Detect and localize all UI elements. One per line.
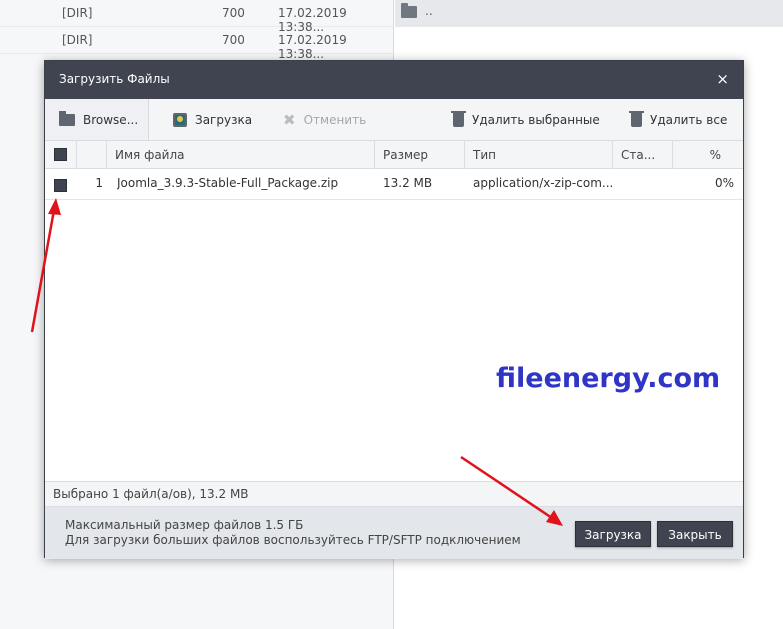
select-all-checkbox[interactable] [54, 148, 67, 161]
upload-dialog: Загрузить Файлы × Browse... Загрузка ✖ О… [44, 60, 744, 559]
file-mime-type: application/x-zip-com... [473, 176, 613, 190]
column-size[interactable]: Размер [375, 141, 465, 169]
row-checkbox[interactable] [54, 179, 67, 192]
trash-icon [629, 110, 644, 127]
file-name: Joomla_3.9.3-Stable-Full_Package.zip [117, 176, 339, 190]
folder-icon [59, 110, 75, 126]
row-number: 1 [95, 176, 103, 190]
dialog-title: Загрузить Файлы [59, 72, 170, 86]
column-type[interactable]: Тип [465, 141, 613, 169]
file-progress: 0% [714, 176, 734, 190]
cancel-icon: ✖ [283, 110, 296, 129]
folder-icon [401, 3, 417, 18]
column-percent[interactable]: % [673, 141, 743, 169]
parent-dir-label: .. [425, 4, 433, 18]
column-status[interactable]: Ста... [613, 141, 673, 169]
file-row[interactable]: [DIR] 700 17.02.2019 13:38... [0, 0, 394, 34]
parent-dir-item[interactable]: .. [395, 0, 783, 27]
dialog-header: Загрузить Файлы × [45, 61, 743, 99]
ftp-hint-text: Для загрузки больших файлов воспользуйте… [65, 533, 521, 547]
dialog-footer: Максимальный размер файлов 1.5 ГБ Для за… [45, 507, 743, 559]
file-type: [DIR] [62, 6, 93, 20]
max-size-text: Максимальный размер файлов 1.5 ГБ [65, 518, 304, 532]
delete-selected-button[interactable]: Удалить выбранные [451, 99, 600, 140]
delete-all-label: Удалить все [650, 112, 728, 127]
table-row[interactable]: 1 Joomla_3.9.3-Stable-Full_Package.zip 1… [45, 169, 743, 200]
close-button[interactable]: Закрыть [657, 521, 733, 547]
upload-toolbar-button[interactable]: Загрузка [173, 99, 252, 140]
dialog-toolbar: Browse... Загрузка ✖ Отменить Удалить вы… [45, 99, 743, 141]
file-type: [DIR] [62, 33, 93, 47]
cancel-label: Отменить [303, 112, 367, 127]
watermark-text: fileenergy.com [496, 363, 721, 394]
grid-header: Имя файла Размер Тип Ста... % [45, 141, 743, 169]
file-perms: 700 [222, 33, 245, 47]
delete-selected-label: Удалить выбранные [472, 112, 600, 127]
selection-status: Выбрано 1 файл(а/ов), 13.2 MB [45, 481, 743, 507]
select-all-cell [45, 141, 77, 169]
file-row[interactable]: [DIR] 700 17.02.2019 13:38... [0, 27, 394, 61]
close-icon[interactable]: × [716, 70, 729, 88]
upload-icon [173, 112, 187, 127]
cancel-button[interactable]: ✖ Отменить [283, 99, 366, 140]
column-name[interactable]: Имя файла [107, 141, 375, 169]
file-size: 13.2 MB [383, 176, 433, 190]
delete-all-button[interactable]: Удалить все [629, 99, 728, 140]
file-date: 17.02.2019 13:38... [278, 33, 347, 61]
trash-icon [451, 110, 466, 127]
column-num [77, 141, 107, 169]
upload-button[interactable]: Загрузка [575, 521, 651, 547]
file-perms: 700 [222, 6, 245, 20]
upload-label: Загрузка [195, 112, 253, 127]
browse-label: Browse... [83, 112, 139, 127]
row-check-cell [45, 169, 77, 200]
footer-info: Максимальный размер файлов 1.5 ГБ Для за… [65, 518, 521, 548]
browse-button[interactable]: Browse... [45, 99, 149, 140]
